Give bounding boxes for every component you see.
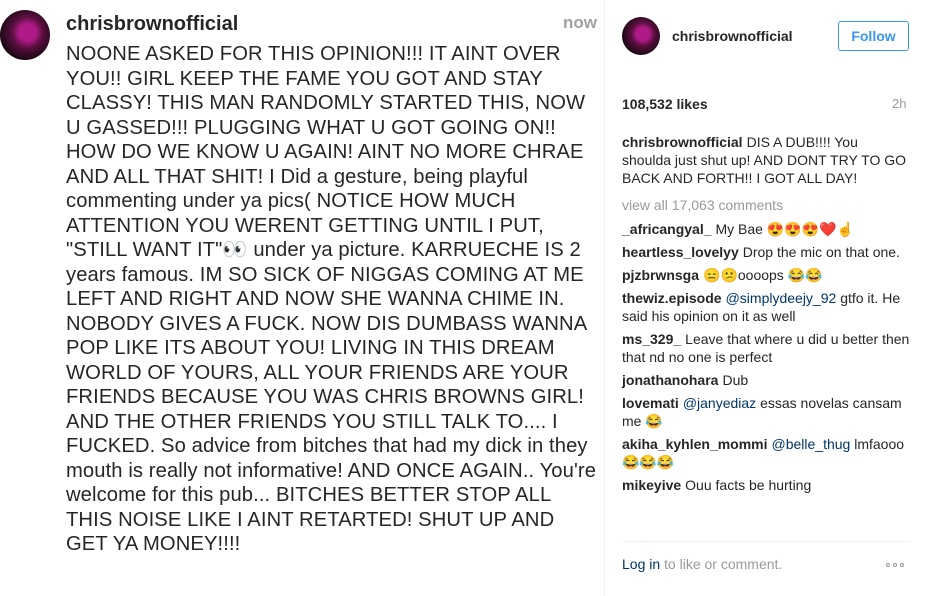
post-image-text: NOONE ASKED FOR THIS OPINION!!! IT AINT … <box>66 42 601 557</box>
comment-row: ms_329_ Leave that where u did u better t… <box>622 330 910 366</box>
comment-row: _africangyal_ My Bae 😍😍😍❤️☝ <box>622 220 910 238</box>
follow-button[interactable]: Follow <box>838 21 909 51</box>
login-prompt: Log in to like or comment. <box>622 556 782 572</box>
comment-text: Drop the mic on that one. <box>742 244 900 260</box>
comment-row: jonathanohara Dub <box>622 371 910 389</box>
more-options-icon[interactable] <box>886 563 904 567</box>
comment-text: Dub <box>722 372 749 388</box>
comment-row: akiha_kyhlen_mommi @belle_thug lmfaooo 😂😂… <box>622 435 910 471</box>
comment-row: mikeyive Ouu facts be hurting <box>622 476 910 494</box>
comment-username[interactable]: akiha_kyhlen_mommi <box>622 436 768 452</box>
post-image-time: now <box>563 13 597 32</box>
avatar[interactable] <box>622 17 660 55</box>
comment-username[interactable]: pjzbrwnsga <box>622 267 699 283</box>
comment-text: My Bae 😍😍😍❤️☝ <box>715 221 855 237</box>
caption: chrisbrownofficial DIS A DUB!!!! You shou… <box>622 133 910 187</box>
comment-text: Ouu facts be hurting <box>685 477 812 493</box>
comments-list: chrisbrownofficial DIS A DUB!!!! You shou… <box>622 133 910 499</box>
post-image-avatar <box>0 10 50 60</box>
comment-text: 😑😕oooops 😂😂 <box>703 267 823 283</box>
comment-username[interactable]: mikeyive <box>622 477 681 493</box>
sidebar-divider <box>604 0 605 596</box>
comment-username[interactable]: _africangyal_ <box>622 221 712 237</box>
comment-username[interactable]: lovemati <box>622 395 679 411</box>
comment-row: pjzbrwnsga 😑😕oooops 😂😂 <box>622 266 910 284</box>
comment-username[interactable]: ms_329_ <box>622 331 681 347</box>
post-image-username: chrisbrownofficial <box>66 13 239 35</box>
comment-row: heartless_lovelyy Drop the mic on that on… <box>622 243 910 261</box>
view-all-comments-link[interactable]: view all 17,063 comments <box>622 196 910 214</box>
post-text-body: NOONE ASKED FOR THIS OPINION!!! IT AINT … <box>66 43 597 555</box>
post-time[interactable]: 2h <box>892 96 906 111</box>
login-rest-text: to like or comment. <box>664 556 783 572</box>
comment-mention[interactable]: @simplydeejy_92 <box>726 290 837 306</box>
comment-mention[interactable]: @belle_thug <box>772 436 851 452</box>
comment-username[interactable]: jonathanohara <box>622 372 718 388</box>
post-image: chrisbrownofficial now NOONE ASKED FOR T… <box>0 0 604 596</box>
comment-username[interactable]: thewiz.episode <box>622 290 722 306</box>
footer-divider <box>622 541 910 542</box>
comment-container: _africangyal_ My Bae 😍😍😍❤️☝ heartless_love… <box>622 220 910 494</box>
likes-count[interactable]: 108,532 likes <box>622 96 708 112</box>
comment-row: lovemati @janyediaz essas novelas cansam … <box>622 394 910 430</box>
header-username[interactable]: chrisbrownofficial <box>672 28 793 44</box>
caption-username[interactable]: chrisbrownofficial <box>622 134 743 150</box>
login-link[interactable]: Log in <box>622 556 660 572</box>
comment-row: thewiz.episode @simplydeejy_92 gtfo it. H… <box>622 289 910 325</box>
comment-username[interactable]: heartless_lovelyy <box>622 244 739 260</box>
comment-mention[interactable]: @janyediaz <box>683 395 756 411</box>
